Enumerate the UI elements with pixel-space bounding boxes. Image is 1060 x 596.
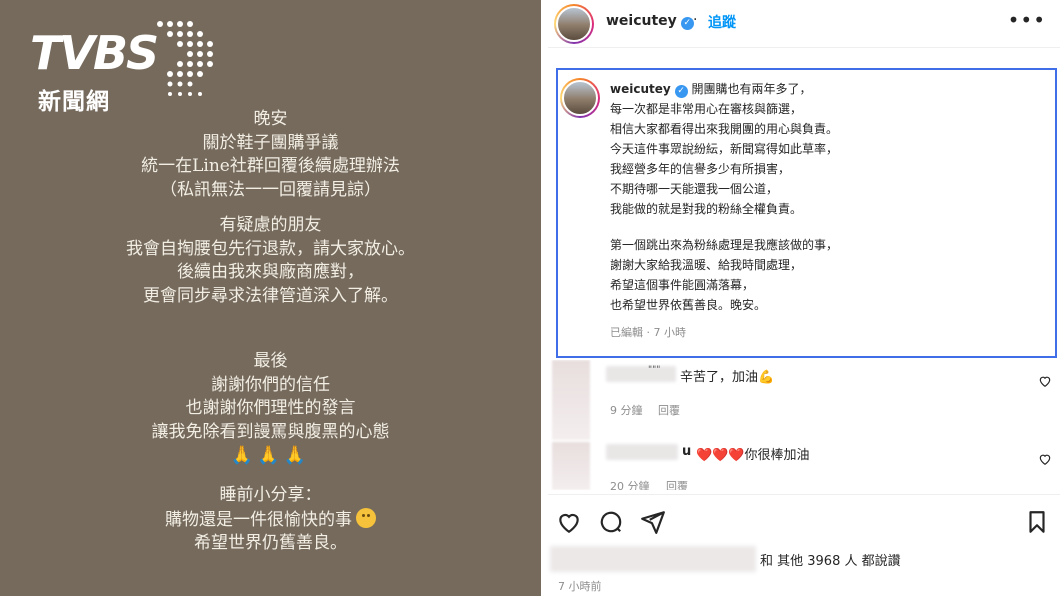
caption-highlight-box: weicutey ✓ 開團購也有兩年多了， 每一次都是非常用心在審核與篩選， 相信… — [556, 68, 1057, 358]
reply-button[interactable]: 回覆 — [658, 402, 680, 418]
caption-line: 第一個跳出來為粉絲處理是我應該做的事， — [610, 238, 839, 252]
story-line: （私訊無法一一回覆請見諒） — [160, 179, 381, 200]
story-line: 也謝謝你們理性的發言 — [185, 398, 356, 418]
story-line: 謝謝你們的信任 — [211, 374, 330, 395]
comment-avatar[interactable] — [552, 360, 590, 440]
story-line: 有疑慮的朋友 — [219, 215, 322, 235]
post-username[interactable]: weicutey ✓ — [606, 13, 694, 30]
caption-line: 希望這個事件能圓滿落幕， — [610, 278, 755, 292]
caption-line: 我能做的就是對我的粉絲全權負責。 — [610, 202, 803, 216]
smiley-icon — [356, 507, 376, 528]
comment-bubble-icon[interactable] — [598, 509, 624, 535]
pray-hands-icon: 🙏🙏🙏 — [230, 445, 311, 466]
story-line: 晚安 — [253, 109, 288, 129]
logo-dots-icon — [157, 21, 213, 96]
story-panel: TVBS 新聞網 晚安 關於鞋子團購爭議 統一在Line社群回覆後續處理辦法 （… — [0, 0, 541, 596]
comment-list: """ 辛苦了，加油💪 9 分鐘 回覆 u ❤️❤️❤️你很棒加油 20 分鐘 … — [548, 360, 1060, 490]
caption-first-line: weicutey ✓ 開團購也有兩年多了， — [610, 82, 812, 98]
caption-line: 也希望世界依舊善良。晚安。 — [610, 298, 767, 312]
instagram-post: weicutey ✓ · 追蹤 ••• weicutey ✓ 開團購也有兩年多了， … — [548, 0, 1060, 596]
caption-line: 每一次都是非常用心在審核與篩選， — [610, 102, 803, 116]
comment-username-blurred[interactable] — [606, 444, 678, 460]
avatar[interactable] — [554, 4, 594, 44]
story-line: 更會同步尋求法律管道深入了解。 — [143, 285, 398, 306]
like-comment-heart-icon[interactable] — [1038, 452, 1052, 466]
story-line: 我會自掏腰包先行退款，請大家放心。 — [126, 238, 415, 259]
caption-line: 不期待哪一天能還我一個公道， — [610, 182, 779, 196]
reply-button[interactable]: 回覆 — [666, 478, 688, 490]
likes-count-text[interactable]: 和 其他 3968 人 都說讚 — [760, 550, 901, 569]
post-actions — [548, 494, 1060, 544]
story-line: 讓我免除看到謾罵與腹黑的心態 — [151, 421, 390, 442]
caption-meta: 已編輯 · 7 小時 — [610, 326, 686, 339]
story-line: 購物還是一件很愉快的事 — [165, 509, 352, 530]
story-line: 後續由我來與廠商應對， — [177, 262, 364, 282]
story-line: 睡前小分享： — [219, 485, 322, 505]
story-line: 關於鞋子團購爭議 — [202, 132, 339, 153]
story-paragraph-4: 睡前小分享： 購物還是一件很愉快的事 希望世界仍舊善良。 — [0, 484, 541, 556]
panel-divider — [541, 0, 548, 596]
post-header: weicutey ✓ · 追蹤 ••• — [548, 0, 1060, 48]
likes-row: 和 其他 3968 人 都說讚 — [548, 544, 1060, 574]
comment-username-suffix: u — [682, 444, 692, 459]
story-paragraph-1: 晚安 關於鞋子團購爭議 統一在Line社群回覆後續處理辦法 （私訊無法一一回覆請… — [0, 108, 541, 202]
comment-time: 9 分鐘 — [610, 404, 643, 417]
post-timestamp: 7 小時前 — [558, 580, 602, 593]
comment-avatar[interactable] — [552, 442, 590, 490]
story-line: 最後 — [253, 351, 288, 371]
caption-line: 謝謝大家給我溫暖、給我時間處理， — [610, 258, 803, 272]
story-line: 統一在Line社群回覆後續處理辦法 — [141, 156, 400, 176]
comment-text: 辛苦了，加油💪 — [680, 370, 775, 385]
comment-username-blurred[interactable] — [606, 366, 676, 382]
comment-text: ❤️❤️❤️你很棒加油 — [696, 448, 810, 463]
tvbs-logo: TVBS 新聞網 — [30, 16, 220, 116]
story-paragraph-2: 有疑慮的朋友 我會自掏腰包先行退款，請大家放心。 後續由我來與廠商應對， 更會同… — [0, 214, 541, 308]
bookmark-icon[interactable] — [1024, 509, 1050, 535]
separator-dot: · — [693, 12, 698, 28]
caption-username[interactable]: weicutey — [610, 82, 671, 96]
comment-username-suffix: """ — [648, 365, 661, 375]
story-line: 希望世界仍舊善良。 — [194, 533, 347, 553]
caption-line: 今天這件事眾說紛紜，新聞寫得如此草率， — [610, 142, 839, 156]
like-heart-icon[interactable] — [556, 509, 582, 535]
like-comment-heart-icon[interactable] — [1038, 374, 1052, 388]
logo-wordmark: TVBS — [30, 26, 159, 80]
caption-avatar[interactable] — [560, 78, 600, 118]
share-send-icon[interactable] — [640, 509, 666, 535]
caption-line: 我經營多年的信譽多少有所損害， — [610, 162, 791, 176]
more-options-icon[interactable]: ••• — [1008, 8, 1046, 32]
comment-time: 20 分鐘 — [610, 480, 650, 490]
verified-badge-icon: ✓ — [674, 85, 688, 98]
liker-names-blurred[interactable] — [550, 546, 756, 572]
verified-badge-icon: ✓ — [680, 17, 694, 30]
caption-line: 相信大家都看得出來我開團的用心與負責。 — [610, 122, 839, 136]
follow-button[interactable]: 追蹤 — [708, 12, 736, 32]
story-paragraph-3: 最後 謝謝你們的信任 也謝謝你們理性的發言 讓我免除看到謾罵與腹黑的心態 🙏🙏🙏 — [0, 350, 541, 469]
